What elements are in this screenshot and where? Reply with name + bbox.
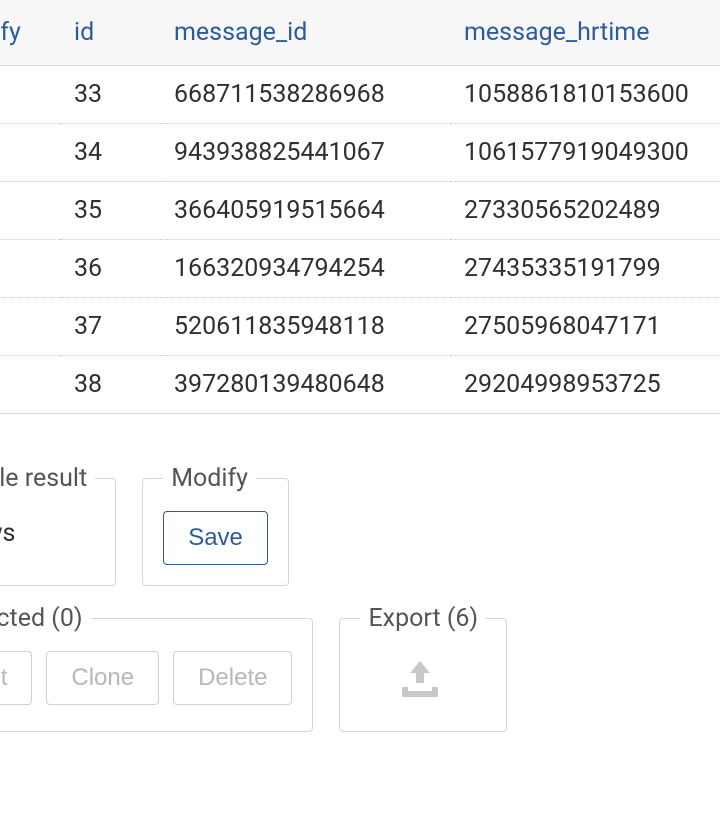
selected-fieldset: Selected (0) Edit Clone Delete bbox=[0, 604, 313, 732]
cell-id: 33 bbox=[60, 66, 160, 124]
result-fieldset: Whole result 6 rows bbox=[0, 464, 116, 586]
table-row[interactable]: edit349439388254410671061577919049300 bbox=[0, 124, 720, 182]
cell-message-id: 366405919515664 bbox=[160, 182, 450, 240]
result-legend: Whole result bbox=[0, 464, 95, 493]
cell-message-hrtime: 27435335191799 bbox=[450, 240, 720, 298]
cell-message-hrtime: 27505968047171 bbox=[450, 298, 720, 356]
cell-message-id: 397280139480648 bbox=[160, 356, 450, 414]
col-header-modify[interactable]: Modify bbox=[0, 0, 60, 66]
col-header-id[interactable]: id bbox=[60, 0, 160, 66]
cell-id: 34 bbox=[60, 124, 160, 182]
cell-id: 38 bbox=[60, 356, 160, 414]
upload-icon bbox=[395, 661, 445, 701]
data-table: Modify id message_id message_hrtime edit… bbox=[0, 0, 720, 414]
col-header-message-id[interactable]: message_id bbox=[160, 0, 450, 66]
table-header-row: Modify id message_id message_hrtime bbox=[0, 0, 720, 66]
cell-message-hrtime: 29204998953725 bbox=[450, 356, 720, 414]
cell-id: 37 bbox=[60, 298, 160, 356]
cell-message-hrtime: 1058861810153600 bbox=[450, 66, 720, 124]
edit-button[interactable]: Edit bbox=[0, 651, 32, 705]
delete-button[interactable]: Delete bbox=[173, 651, 292, 705]
cell-message-hrtime: 27330565202489 bbox=[450, 182, 720, 240]
table-row[interactable]: edit3536640591951566427330565202489 bbox=[0, 182, 720, 240]
cell-message-id: 166320934794254 bbox=[160, 240, 450, 298]
cell-modify: edit bbox=[0, 240, 60, 298]
modify-legend: Modify bbox=[163, 464, 256, 493]
save-button[interactable]: Save bbox=[163, 511, 268, 565]
table-row[interactable]: edit3616632093479425427435335191799 bbox=[0, 240, 720, 298]
cell-id: 35 bbox=[60, 182, 160, 240]
cell-message-id: 668711538286968 bbox=[160, 66, 450, 124]
cell-message-id: 520611835948118 bbox=[160, 298, 450, 356]
cell-modify: edit bbox=[0, 124, 60, 182]
table-row[interactable]: edit3752061183594811827505968047171 bbox=[0, 298, 720, 356]
cell-message-hrtime: 1061577919049300 bbox=[450, 124, 720, 182]
result-rowcount: 6 rows bbox=[0, 511, 95, 548]
export-button[interactable] bbox=[360, 651, 480, 711]
table-row[interactable]: edit3839728013948064829204998953725 bbox=[0, 356, 720, 414]
cell-modify: edit bbox=[0, 356, 60, 414]
modify-fieldset: Modify Save bbox=[142, 464, 289, 586]
table-row[interactable]: edit336687115382869681058861810153600 bbox=[0, 66, 720, 124]
cell-message-id: 943938825441067 bbox=[160, 124, 450, 182]
export-legend: Export (6) bbox=[360, 604, 486, 633]
cell-modify: edit bbox=[0, 182, 60, 240]
cell-id: 36 bbox=[60, 240, 160, 298]
export-fieldset: Export (6) bbox=[339, 604, 507, 732]
col-header-message-hrtime[interactable]: message_hrtime bbox=[450, 0, 720, 66]
cell-modify: edit bbox=[0, 66, 60, 124]
selected-legend: Selected (0) bbox=[0, 604, 91, 633]
cell-modify: edit bbox=[0, 298, 60, 356]
clone-button[interactable]: Clone bbox=[46, 651, 159, 705]
